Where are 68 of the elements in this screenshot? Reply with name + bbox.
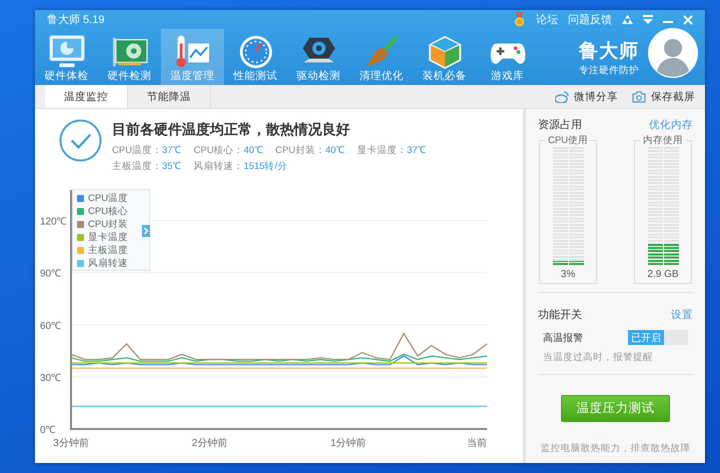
reading-label: 主板温度： <box>112 161 162 172</box>
reading-label: CPU温度： <box>112 145 162 156</box>
close-icon[interactable] <box>683 14 693 24</box>
legend-label[interactable]: CPU核心 <box>88 205 128 218</box>
y-tick-label: 60℃ <box>40 320 62 332</box>
brand-slogan: 专注硬件防护 <box>579 64 639 76</box>
section-title: 功能开关 <box>538 308 582 322</box>
y-tick-label: 120℃ <box>40 216 67 228</box>
meter-reading: 3% <box>560 269 576 280</box>
legend-label[interactable]: 显卡温度 <box>88 231 128 244</box>
x-tick-label: 1分钟前 <box>330 438 366 449</box>
switch-hint: 当温度过高时，报警提醒 <box>542 351 654 364</box>
nav-tab[interactable]: 温度管理 <box>161 29 224 85</box>
camera-icon[interactable] <box>632 90 646 102</box>
nav-tab[interactable]: 硬件检测 <box>98 29 161 85</box>
medal-icon[interactable] <box>513 12 526 27</box>
reading-label: 风扇转速： <box>194 161 244 172</box>
reading-label: 显卡温度： <box>356 145 407 156</box>
reading-value: 35℃ <box>162 161 182 172</box>
sub-tab[interactable]: 节能降温 <box>128 85 211 108</box>
title-link[interactable]: 问题反馈 <box>568 12 612 27</box>
x-tick-label: 当前 <box>467 438 487 449</box>
thermometer-chart-icon <box>174 34 212 70</box>
meter-label: CPU使用 <box>546 134 590 147</box>
section-title: 资源占用 <box>538 118 582 132</box>
y-tick-label: 0℃ <box>40 425 56 436</box>
reading-value: 40℃ <box>244 145 264 156</box>
share-link[interactable]: 微博分享 <box>574 90 618 104</box>
alarm-toggle[interactable]: 已开启 <box>628 330 688 345</box>
legend-label[interactable]: CPU温度 <box>88 192 128 205</box>
nav-tab[interactable]: 性能测试 <box>224 29 287 85</box>
reading-value: 37℃ <box>406 145 426 156</box>
dropdown-icon[interactable] <box>643 15 653 24</box>
screenshot-link[interactable]: 保存截屏 <box>651 90 695 104</box>
window-title: 鲁大师 5.19 <box>47 13 104 27</box>
settings-link[interactable]: 设置 <box>671 308 693 322</box>
y-tick-label: 90℃ <box>40 268 62 280</box>
reading-value: 40℃ <box>325 145 345 156</box>
reading-label: CPU核心： <box>194 145 244 156</box>
sub-tab[interactable]: 温度监控 <box>45 85 128 108</box>
chevron-right-icon[interactable] <box>142 225 150 237</box>
nav-tab[interactable]: 装机必备 <box>413 29 476 85</box>
avatar-icon[interactable] <box>647 27 699 79</box>
x-tick-label: 3分钟前 <box>53 438 89 449</box>
nav-tab[interactable]: 硬件体检 <box>35 29 98 85</box>
meter-reading: 2.9 GB <box>647 269 679 280</box>
x-tick-label: 2分钟前 <box>192 438 228 449</box>
nav-tab[interactable]: 游戏库 <box>476 29 539 85</box>
title-link[interactable]: 论坛 <box>536 12 558 27</box>
reading-label: CPU封装： <box>275 145 326 156</box>
status-headline: 目前各硬件温度均正常，散热情况良好 <box>112 121 351 139</box>
check-circle-icon <box>59 119 102 162</box>
reading-value: 1515转/分 <box>244 161 288 172</box>
meter-label: 内存使用 <box>642 134 684 147</box>
legend-label[interactable]: CPU封装 <box>88 218 128 231</box>
nav-tab[interactable]: 驱动检测 <box>287 29 350 85</box>
stress-test-button[interactable]: 温度压力测试 <box>561 395 670 422</box>
monitor-icon <box>48 34 86 70</box>
nav-tab[interactable]: 清理优化 <box>350 29 413 85</box>
brand-name: 鲁大师 <box>579 40 639 64</box>
legend-label[interactable]: 主板温度 <box>88 244 128 257</box>
switch-label: 高温报警 <box>543 332 583 344</box>
legend-label[interactable]: 风扇转速 <box>88 257 128 270</box>
optimize-memory-link[interactable]: 优化内存 <box>649 118 693 132</box>
stress-test-hint: 监控电脑散热能力，排查散热故障 <box>540 442 690 455</box>
weibo-icon[interactable] <box>555 90 569 102</box>
y-tick-label: 30℃ <box>40 372 62 384</box>
reading-value: 37℃ <box>162 145 182 156</box>
